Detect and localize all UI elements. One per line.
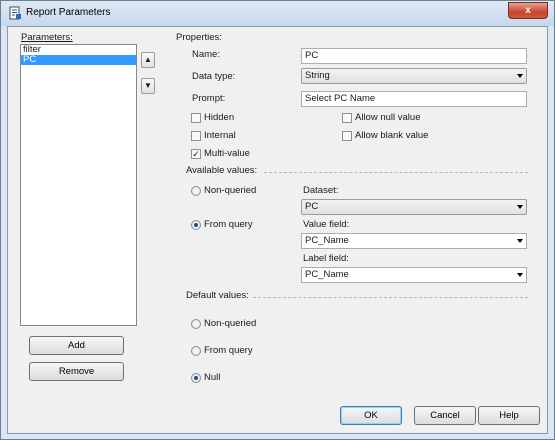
internal-label: Internal: [204, 130, 236, 141]
parameters-list[interactable]: filter PC: [20, 44, 137, 326]
chevron-down-icon: [517, 273, 523, 277]
default-null-label: Null: [204, 372, 221, 383]
data-type-value: String: [305, 70, 330, 81]
name-field[interactable]: PC: [301, 48, 527, 64]
chevron-down-icon: [517, 239, 523, 243]
report-parameters-dialog: Report Parameters x Parameters: filter P…: [0, 0, 555, 440]
list-item-pc[interactable]: PC: [21, 55, 136, 65]
hidden-label: Hidden: [204, 112, 235, 123]
available-from-query-radio[interactable]: [191, 220, 201, 230]
window-title: Report Parameters: [26, 7, 111, 18]
name-label: Name:: [192, 49, 220, 60]
dataset-dropdown[interactable]: PC: [301, 199, 527, 215]
close-button[interactable]: x: [508, 2, 548, 19]
chevron-down-icon: [517, 74, 523, 78]
allow-null-label: Allow null value: [355, 112, 421, 123]
label-field-dropdown[interactable]: PC_Name: [301, 267, 527, 283]
parameters-label: Parameters:: [21, 32, 73, 44]
value-field-label: Value field:: [303, 219, 350, 230]
remove-button[interactable]: Remove: [29, 362, 124, 381]
list-item-filter[interactable]: filter: [21, 45, 136, 55]
parameters-label-text: Parameters:: [21, 32, 73, 43]
default-values-divider: [253, 297, 528, 298]
data-type-dropdown[interactable]: String: [301, 68, 527, 84]
chevron-down-icon: [517, 205, 523, 209]
allow-blank-checkbox[interactable]: [342, 131, 352, 141]
default-values-label: Default values:: [186, 290, 249, 301]
available-values-label: Available values:: [186, 165, 258, 176]
dialog-body: Parameters: filter PC ▲ ▼ Add Remove Pro…: [7, 26, 548, 434]
value-field-dropdown[interactable]: PC_Name: [301, 233, 527, 249]
label-field-value: PC_Name: [305, 269, 349, 280]
value-field-value: PC_Name: [305, 235, 349, 246]
hidden-checkbox[interactable]: [191, 113, 201, 123]
available-non-queried-label: Non-queried: [204, 185, 257, 196]
ok-button[interactable]: OK: [340, 406, 402, 425]
dataset-label: Dataset:: [303, 185, 339, 196]
report-icon: [9, 6, 21, 20]
title-bar: Report Parameters x: [1, 1, 554, 26]
multi-value-checkbox[interactable]: ✓: [191, 149, 201, 159]
multi-value-label: Multi-value: [204, 148, 250, 159]
available-from-query-label: From query: [204, 219, 253, 230]
properties-section-label: Properties:: [176, 32, 222, 43]
default-from-query-radio[interactable]: [191, 346, 201, 356]
allow-blank-label: Allow blank value: [355, 130, 429, 141]
default-null-radio[interactable]: [191, 373, 201, 383]
move-up-button[interactable]: ▲: [141, 52, 155, 68]
available-values-divider: [264, 172, 528, 173]
allow-null-checkbox[interactable]: [342, 113, 352, 123]
add-button[interactable]: Add: [29, 336, 124, 355]
default-non-queried-radio[interactable]: [191, 319, 201, 329]
default-from-query-label: From query: [204, 345, 253, 356]
prompt-field[interactable]: Select PC Name: [301, 91, 527, 107]
prompt-label: Prompt:: [192, 93, 226, 104]
internal-checkbox[interactable]: [191, 131, 201, 141]
cancel-button[interactable]: Cancel: [414, 406, 476, 425]
available-non-queried-radio[interactable]: [191, 186, 201, 196]
help-button[interactable]: Help: [478, 406, 540, 425]
move-down-button[interactable]: ▼: [141, 78, 155, 94]
default-non-queried-label: Non-queried: [204, 318, 257, 329]
dataset-value: PC: [305, 201, 319, 212]
label-field-label: Label field:: [303, 253, 349, 264]
data-type-label: Data type:: [192, 71, 236, 82]
